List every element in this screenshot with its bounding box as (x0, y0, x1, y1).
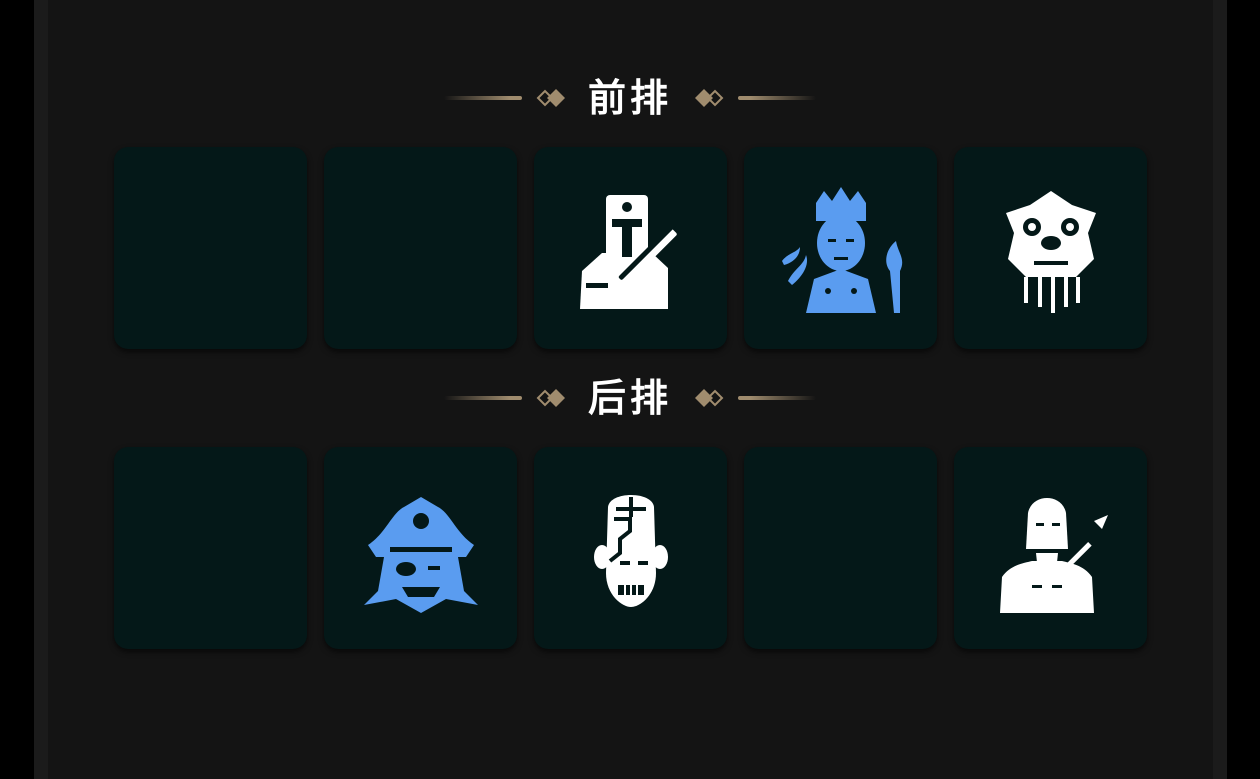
ornament-line (443, 396, 522, 400)
front-slot-lion-mask[interactable] (954, 147, 1147, 349)
pirate-captain-icon (363, 497, 478, 613)
back-slot-empty[interactable] (744, 447, 937, 649)
back-slot-cyborg-head[interactable] (534, 447, 727, 649)
goddess-icon (781, 187, 902, 313)
front-slot-empty[interactable] (324, 147, 517, 349)
diamond-ornament-icon (536, 389, 565, 407)
back-row-header: 后排 (0, 368, 1260, 428)
front-row-title: 前排 (587, 75, 672, 120)
diamond-ornament-icon (695, 389, 724, 407)
diamond-ornament-icon (536, 89, 565, 107)
front-slot-knight[interactable] (534, 147, 727, 349)
diamond-ornament-icon (695, 89, 724, 107)
back-slot-pirate-captain[interactable] (324, 447, 517, 649)
cyborg-head-icon (593, 495, 668, 607)
front-slot-empty[interactable] (114, 147, 307, 349)
back-slot-empty[interactable] (114, 447, 307, 649)
front-slot-goddess[interactable] (744, 147, 937, 349)
back-slot-zeus[interactable] (954, 447, 1147, 649)
zeus-icon (999, 498, 1108, 613)
back-row-title: 后排 (587, 375, 672, 420)
lion-mask-icon (1005, 191, 1096, 313)
front-row-slots (114, 147, 1147, 349)
back-row-slots (114, 447, 1147, 649)
knight-icon (579, 195, 677, 309)
ornament-line (443, 96, 522, 100)
ornament-line (738, 96, 816, 100)
front-row-header: 前排 (0, 68, 1260, 128)
ornament-line (738, 396, 816, 400)
